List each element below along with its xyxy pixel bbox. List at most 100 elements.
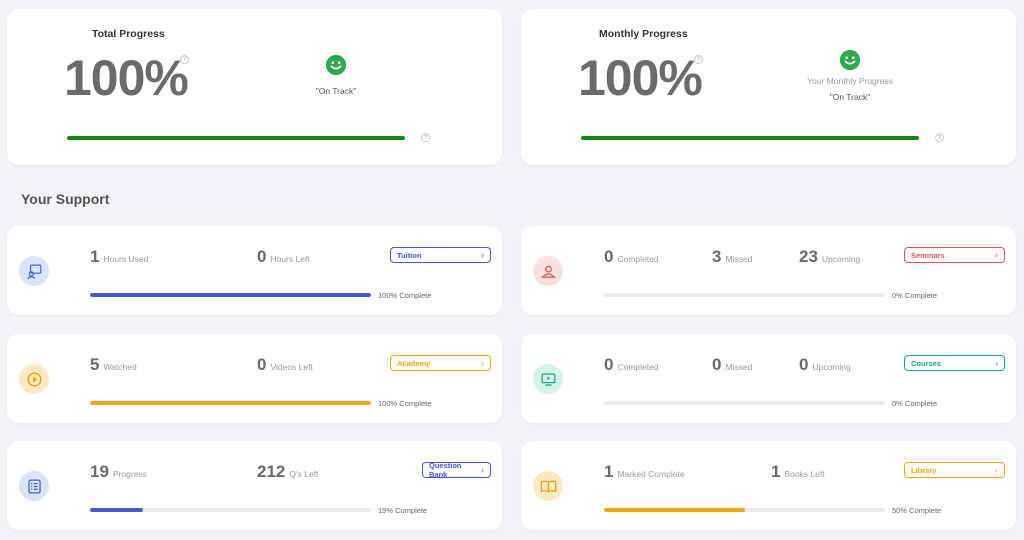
progress-bar (604, 401, 885, 405)
metric-value: 5 (90, 355, 100, 374)
metric: 0 Videos Left (257, 356, 313, 373)
metric-label: Books Left (784, 469, 825, 479)
book-icon-badge (533, 471, 563, 501)
metric-label: Videos Left (270, 362, 313, 372)
metric-label: Progress (112, 469, 147, 479)
help-icon[interactable]: ? (421, 133, 430, 142)
metric: 1 Books Left (771, 463, 825, 480)
metric-value: 19 (90, 462, 109, 481)
open-section-button[interactable]: Question Bank › (422, 461, 491, 479)
support-card: 19 Progress 212 Q's Left Question Bank ›… (7, 441, 502, 530)
metric-value: 0 (604, 355, 614, 374)
metric: 3 Missed (712, 248, 752, 265)
help-icon[interactable]: ? (935, 133, 944, 142)
metric: 0 Hours Left (257, 248, 310, 265)
monthly-status-text: "On Track" (829, 92, 871, 102)
button-label: Seminars (911, 250, 945, 260)
chevron-right-icon: › (995, 358, 998, 368)
metric: 0 Completed (604, 248, 659, 265)
metric: 0 Upcoming (799, 356, 851, 373)
monthly-progress-bar (581, 136, 919, 140)
smiley-icon (839, 49, 861, 71)
completion-label: 100% Complete (378, 399, 432, 408)
progress-fill (90, 508, 144, 512)
metric-value: 0 (257, 355, 267, 374)
support-card: 1 Hours Used 0 Hours Left Tuition › 100%… (7, 226, 502, 315)
chevron-right-icon: › (995, 465, 998, 475)
button-label: Academy (397, 358, 431, 368)
total-progress-fill (67, 136, 405, 140)
play-icon (26, 371, 42, 387)
completion-label: 0% Complete (892, 399, 938, 408)
button-label: Tuition (397, 250, 422, 260)
smiley-icon (325, 54, 347, 76)
metric: 0 Completed (604, 356, 659, 373)
metric-value: 212 (257, 462, 286, 481)
open-section-button[interactable]: Courses › (904, 355, 1005, 371)
metric-value: 1 (604, 462, 614, 481)
progress-bar (604, 508, 885, 512)
metric-label: Hours Left (270, 254, 310, 264)
metric-label: Upcoming (821, 254, 861, 264)
metric-value: 3 (712, 247, 722, 266)
list-icon-badge (19, 471, 49, 501)
chat-icon-badge (19, 256, 49, 286)
metric-value: 23 (799, 247, 818, 266)
help-icon[interactable]: ? (180, 55, 189, 64)
metric: 5 Watched (90, 356, 137, 373)
monthly-progress-card: Monthly Progress 100% ? Your Monthly Pro… (521, 9, 1016, 165)
chevron-right-icon: › (481, 250, 484, 260)
progress-bar (90, 508, 371, 512)
total-progress-value: 100% (64, 50, 189, 106)
open-section-button[interactable]: Seminars › (904, 247, 1005, 263)
completion-label: 50% Complete (892, 506, 942, 515)
metric: 0 Missed (712, 356, 752, 373)
metric-label: Hours Used (103, 254, 149, 264)
user-icon (540, 265, 556, 278)
progress-fill (90, 401, 371, 405)
open-section-button[interactable]: Library › (904, 462, 1005, 478)
monthly-progress-value: 100% (578, 50, 703, 106)
monthly-subtitle: Your Monthly Progress (807, 76, 893, 86)
completion-label: 0% Complete (892, 291, 938, 300)
metric-label: Missed (725, 254, 753, 264)
monthly-progress-title: Monthly Progress (599, 28, 688, 40)
progress-fill (90, 293, 371, 297)
metric-value: 0 (604, 247, 614, 266)
completion-label: 19% Complete (378, 506, 428, 515)
progress-bar (90, 401, 371, 405)
metric: 23 Upcoming (799, 248, 860, 265)
section-title: Your Support (21, 191, 110, 207)
chat-icon (26, 264, 41, 279)
help-icon[interactable]: ? (694, 55, 703, 64)
monthly-progress-fill (581, 136, 919, 140)
open-section-button[interactable]: Tuition › (390, 247, 491, 263)
metric-label: Upcoming (812, 362, 851, 372)
total-status-text: "On Track" (315, 86, 357, 96)
metric-label: Completed (617, 254, 659, 264)
user-icon-badge (533, 256, 563, 286)
monitor-play-icon-badge (533, 364, 563, 394)
metric-label: Marked Complete (617, 469, 685, 479)
button-label: Courses (911, 358, 942, 368)
metric-label: Missed (725, 362, 753, 372)
total-progress-bar (67, 136, 405, 140)
button-label: Library (911, 465, 937, 475)
monitor-play-icon (541, 372, 555, 386)
open-section-button[interactable]: Academy › (390, 355, 491, 371)
support-card: 1 Marked Complete 1 Books Left Library ›… (521, 441, 1016, 530)
play-icon-badge (19, 364, 49, 394)
support-card: 0 Completed 3 Missed 23 Upcoming Seminar… (521, 226, 1016, 315)
total-progress-card: Total Progress 100% ? "On Track" ? (7, 9, 502, 165)
metric: 19 Progress (90, 463, 147, 480)
completion-label: 100% Complete (378, 291, 432, 300)
metric-value: 0 (712, 355, 722, 374)
progress-bar (90, 293, 371, 297)
book-icon (540, 480, 556, 492)
button-label: Question Bank (429, 461, 462, 479)
metric-value: 1 (90, 247, 100, 266)
chevron-right-icon: › (481, 358, 484, 368)
progress-fill (604, 508, 745, 512)
metric-value: 0 (257, 247, 267, 266)
chevron-right-icon: › (481, 465, 484, 475)
